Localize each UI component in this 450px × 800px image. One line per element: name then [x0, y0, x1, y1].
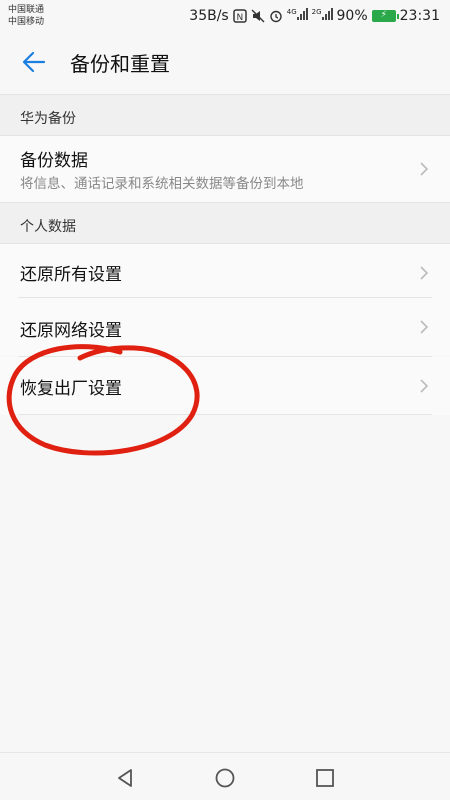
- list-item-backup-data[interactable]: 备份数据 将信息、通话记录和系统相关数据等备份到本地: [0, 136, 450, 202]
- item-subtitle: 将信息、通话记录和系统相关数据等备份到本地: [20, 176, 304, 192]
- item-title: 还原所有设置: [20, 265, 122, 285]
- chevron-right-icon: [420, 320, 429, 334]
- carrier-2: 中国移动: [8, 17, 45, 27]
- nfc-icon: N: [232, 9, 247, 23]
- svg-text:N: N: [236, 13, 243, 23]
- section-header-huawei-backup: 华为备份: [0, 94, 450, 136]
- battery-charging-icon: ⚡: [371, 10, 399, 22]
- title-bar: 备份和重置: [0, 32, 450, 92]
- status-bar: 中国联通 中国移动 35B/s N 4G 2G 90% ⚡ 23:31: [0, 0, 450, 32]
- navigation-bar: [0, 752, 450, 800]
- network-type-1: 4G: [287, 8, 308, 24]
- carrier-info: 中国联通 中国移动: [8, 4, 44, 28]
- page-title: 备份和重置: [70, 52, 170, 76]
- recents-square-icon[interactable]: [314, 767, 336, 789]
- chevron-right-icon: [420, 379, 429, 393]
- carrier-1: 中国联通: [8, 5, 45, 15]
- status-icons: 35B/s N 4G 2G 90% ⚡ 23:31: [189, 6, 440, 26]
- home-circle-icon[interactable]: [214, 767, 236, 789]
- mute-icon: [251, 9, 265, 23]
- clock: 23:31: [399, 8, 440, 24]
- list-item-reset-all-settings[interactable]: 还原所有设置: [0, 244, 450, 302]
- network-type-2: 2G: [312, 8, 333, 24]
- alarm-icon: [270, 10, 282, 23]
- red-circle-annotation: [6, 344, 200, 456]
- item-title: 备份数据: [20, 151, 88, 171]
- chevron-right-icon: [420, 162, 429, 176]
- battery-percent: 90%: [336, 8, 368, 24]
- section-header-personal-data: 个人数据: [0, 202, 450, 244]
- arrow-left-icon[interactable]: [20, 48, 48, 76]
- back-triangle-icon[interactable]: [114, 767, 136, 789]
- network-speed: 35B/s: [189, 8, 229, 24]
- chevron-right-icon: [420, 266, 429, 280]
